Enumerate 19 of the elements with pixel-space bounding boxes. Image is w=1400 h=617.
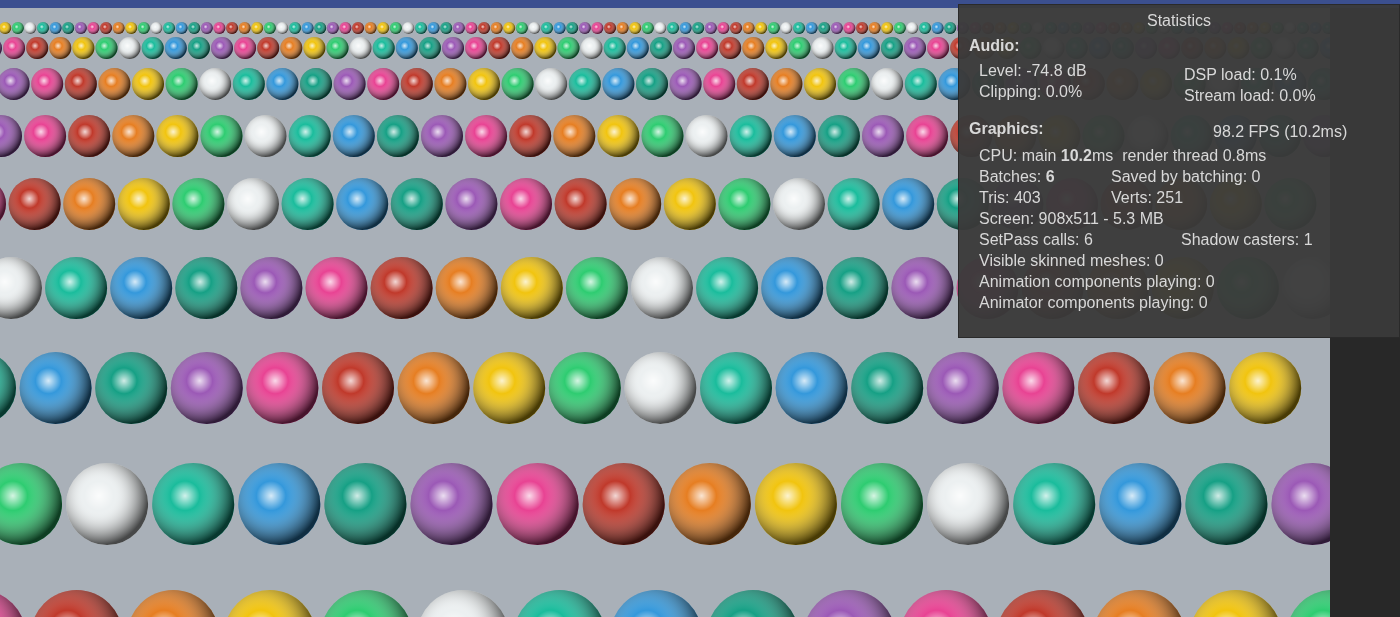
stat-text: SetPass calls: 6 [979, 230, 1094, 250]
stat-text: Verts: 251 [1111, 188, 1184, 208]
stat-text: Shadow casters: 1 [1181, 230, 1313, 250]
section-heading: Audio: [969, 36, 1021, 56]
stat-text: Saved by batching: 0 [1111, 167, 1261, 187]
stat-text: Stream load: 0.0% [1184, 86, 1317, 106]
stat-text: DSP load: 0.1% [1184, 65, 1298, 85]
stat-text: Level: -74.8 dB [979, 61, 1088, 81]
stat-text: CPU: main 10.2ms render thread 0.8ms [979, 146, 1267, 166]
stat-text: Clipping: 0.0% [979, 82, 1084, 102]
stat-text: Tris: 403 [979, 188, 1042, 208]
stat-text: Animator components playing: 0 [979, 293, 1208, 313]
stat-text: Animation components playing: 0 [979, 272, 1215, 292]
stat-text: Screen: 908x511 - 5.3 MB [979, 209, 1164, 229]
fps-text: 98.2 FPS (10.2ms) [1213, 122, 1348, 142]
stat-text: Visible skinned meshes: 0 [979, 251, 1164, 271]
stat-text: Batches: 6 [979, 167, 1056, 187]
panel-title: Statistics [1146, 11, 1212, 31]
section-heading: Graphics: [969, 119, 1045, 139]
